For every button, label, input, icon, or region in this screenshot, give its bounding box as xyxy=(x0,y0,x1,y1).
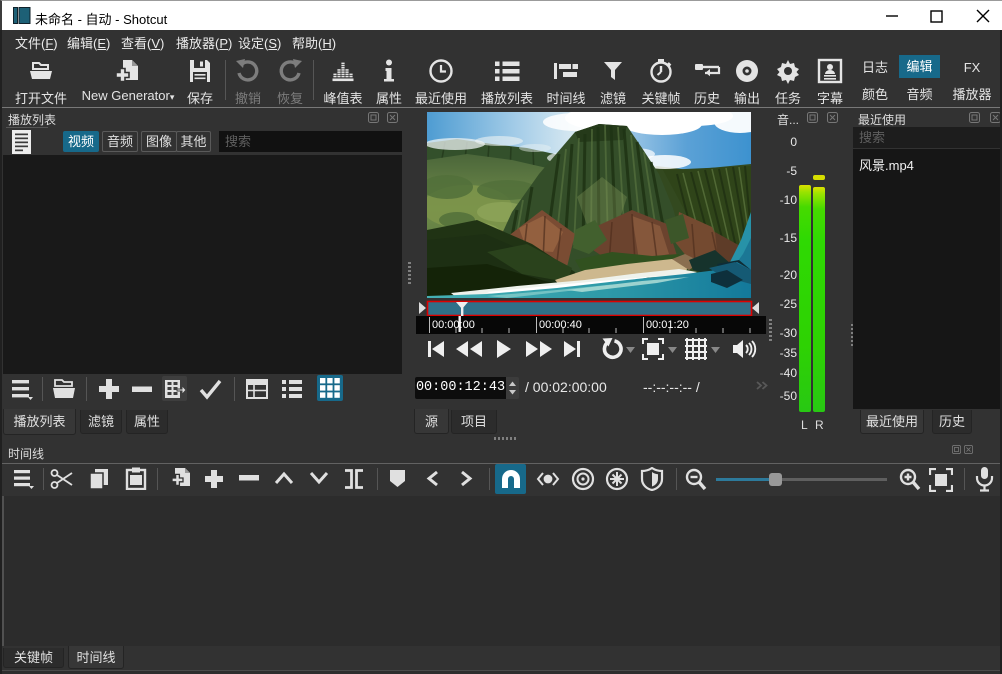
svg-text:00:01:20: 00:01:20 xyxy=(646,319,689,331)
svg-text:00:00:00: 00:00:00 xyxy=(432,319,475,331)
svg-text:00:00:40: 00:00:40 xyxy=(539,319,582,331)
